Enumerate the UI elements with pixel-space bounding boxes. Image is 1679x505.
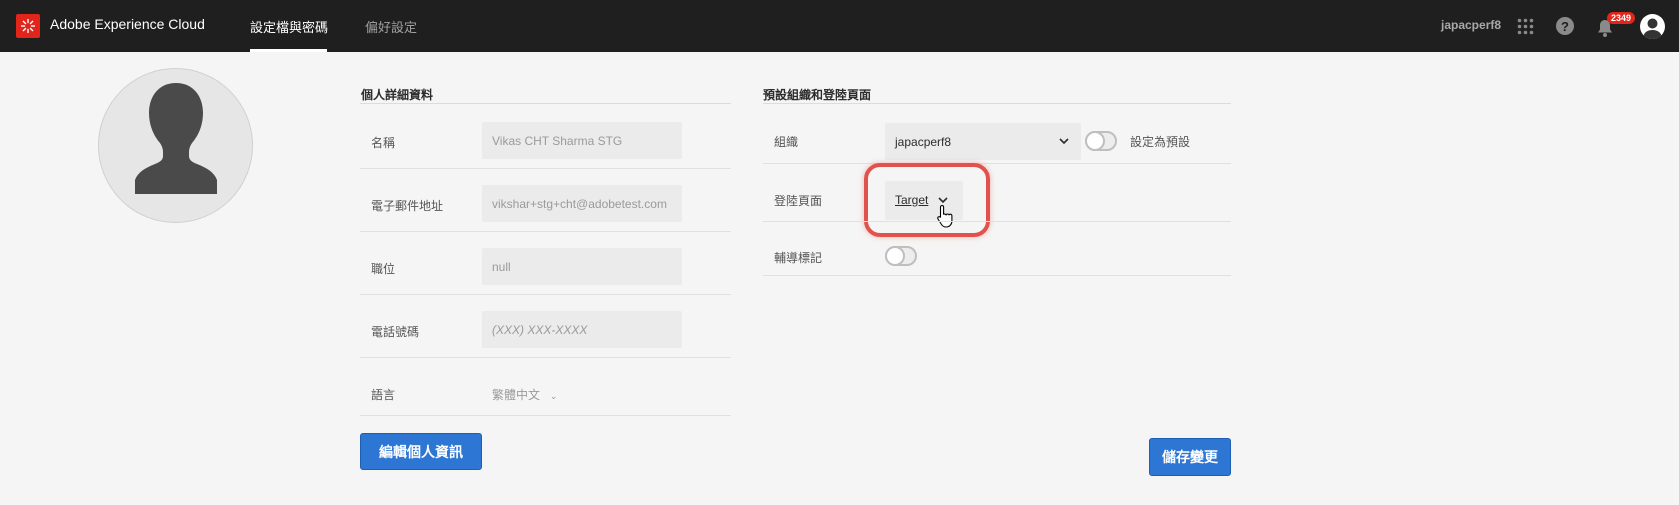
phone-label: 電話號碼 [371,325,420,339]
org-username[interactable]: japacperf8 [1441,18,1501,32]
save-changes-button[interactable]: 儲存變更 [1149,438,1231,476]
tab-profile-password[interactable]: 設定檔與密碼 [250,17,328,36]
pointer-cursor-icon [937,204,953,228]
name-label: 名稱 [371,136,396,150]
row-divider [360,415,731,416]
section-divider [360,103,731,104]
apps-grid-icon[interactable] [1517,18,1534,35]
row-divider [360,168,731,169]
language-value: 繁體中文 [492,388,541,402]
row-divider [360,231,731,232]
row-divider [360,294,731,295]
set-default-label: 設定為預設 [1130,135,1191,149]
profile-avatar[interactable] [98,68,253,223]
row-divider [763,275,1231,276]
notification-badge: 2349 [1607,12,1636,24]
landing-page-label: 登陸頁面 [774,194,823,208]
tab-preferences[interactable]: 偏好設定 [365,17,417,36]
top-bar: Adobe Experience Cloud 設定檔與密碼 偏好設定 japac… [0,0,1679,52]
personal-details-title: 個人詳細資料 [361,88,434,102]
language-select[interactable]: 繁體中文 ⌄ [492,386,557,403]
section-divider [763,103,1231,104]
help-icon[interactable]: ? [1556,17,1574,35]
edit-profile-button[interactable]: 編輯個人資訊 [360,433,482,470]
active-tab-indicator [250,49,327,52]
set-default-toggle[interactable] [1085,131,1117,151]
highlight-annotation [864,163,990,237]
row-divider [763,163,1231,164]
row-divider [360,357,731,358]
org-select[interactable]: japacperf8 [885,123,1081,160]
row-divider [763,221,1231,222]
brand-name[interactable]: Adobe Experience Cloud [50,16,205,32]
org-label: 組織 [774,135,799,149]
coachmark-toggle[interactable] [885,246,917,266]
job-title-field[interactable]: null [482,248,682,285]
coachmark-label: 輔導標記 [774,251,823,265]
language-label: 語言 [371,388,396,402]
org-value: japacperf8 [895,134,952,149]
adobe-logo-icon[interactable] [16,14,40,38]
phone-field[interactable]: (XXX) XXX-XXXX [482,311,682,348]
user-avatar-icon[interactable] [1640,14,1665,39]
name-field[interactable]: Vikas CHT Sharma STG [482,122,682,159]
email-label: 電子郵件地址 [371,199,444,213]
defaults-title: 預設組織和登陸頁面 [763,88,872,102]
user-silhouette-icon [135,83,217,194]
chevron-down-icon [1059,138,1069,145]
chevron-down-icon: ⌄ [549,392,558,402]
email-field[interactable]: vikshar+stg+cht@adobetest.com [482,185,682,222]
job-title-label: 職位 [371,262,396,276]
